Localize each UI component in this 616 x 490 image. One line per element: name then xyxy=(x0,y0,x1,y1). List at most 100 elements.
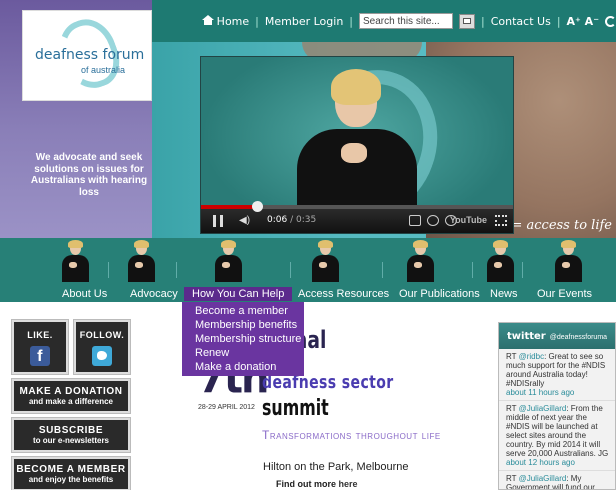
tweet-author[interactable]: @JuliaGillard xyxy=(519,474,567,483)
settings-gear-icon[interactable] xyxy=(427,215,439,226)
nav-separator xyxy=(382,262,383,278)
find-out-label: Find out more xyxy=(276,479,339,489)
menu-item-renew[interactable]: Renew xyxy=(182,346,304,360)
nav-item-news[interactable]: News xyxy=(482,287,526,301)
tweet-time[interactable]: about 12 hours ago xyxy=(506,458,575,467)
search-button[interactable] xyxy=(459,13,476,29)
find-out-more: Find out more here xyxy=(276,479,358,489)
nav-separator xyxy=(522,262,523,278)
video-progress-knob[interactable] xyxy=(252,201,264,212)
nav-signer-icon xyxy=(126,240,156,282)
subscribe-button[interactable]: SUBSCRIBE to our e-newsletters xyxy=(11,417,131,453)
find-out-here-link[interactable]: here xyxy=(339,479,358,489)
tweet: RT @JuliaGillard: From the middle of nex… xyxy=(499,401,615,471)
donation-button[interactable]: MAKE A DONATION and make a difference xyxy=(11,378,131,414)
facebook-icon: f xyxy=(30,346,50,366)
nav-item-how-you-can-help[interactable]: How You Can Help xyxy=(184,287,293,301)
refresh-icon[interactable] xyxy=(605,15,616,27)
nav-signer-icon xyxy=(405,240,435,282)
top-links: Home | Member Login | | Contact Us | A⁺ … xyxy=(201,13,616,29)
menu-item-membership-benefits[interactable]: Membership benefits xyxy=(182,318,304,332)
tweet-author[interactable]: @JuliaGillard xyxy=(519,404,567,413)
youtube-logo[interactable]: YouTube xyxy=(450,215,487,225)
like-label: LIKE. xyxy=(27,330,53,340)
menu-item-membership-structure[interactable]: Membership structure xyxy=(182,332,304,346)
nav-item-our-events[interactable]: Our Events xyxy=(529,287,600,301)
become-member-subtitle: and enjoy the benefits xyxy=(28,475,114,484)
nav-item-access-resources[interactable]: Access Resources xyxy=(290,287,397,301)
separator: | xyxy=(556,14,561,28)
twitter-widget: twitter @deafnessforuma RT @ridbc: Great … xyxy=(498,322,616,490)
twitter-follow-tile[interactable]: FOLLOW. xyxy=(73,319,131,375)
logo-name: deafness forum xyxy=(35,47,145,63)
subscribe-subtitle: to our e-newsletters xyxy=(32,436,109,445)
donation-subtitle: and make a difference xyxy=(28,397,114,406)
font-size-control[interactable]: A⁺ A⁻ xyxy=(567,15,599,28)
facebook-like-tile[interactable]: LIKE. f xyxy=(11,319,69,375)
volume-icon[interactable]: ◀︎) xyxy=(239,216,253,226)
signer-hand xyxy=(341,143,367,163)
separator: | xyxy=(481,14,485,28)
tweet: RT @JuliaGillard: My Government will fun… xyxy=(499,471,615,489)
left-brand-panel: deafness forum of australia We advocate … xyxy=(0,0,152,238)
home-link[interactable]: Home xyxy=(201,14,249,28)
member-login-link[interactable]: Member Login xyxy=(265,15,343,28)
become-member-title: BECOME A MEMBER xyxy=(16,464,126,475)
summit-venue: Hilton on the Park, Melbourne xyxy=(263,461,409,473)
become-member-button[interactable]: BECOME A MEMBER and enjoy the benefits xyxy=(11,456,131,490)
search-icon xyxy=(463,18,472,24)
tweet-author[interactable]: @ridbc xyxy=(519,352,544,361)
video-player[interactable]: ◀︎) 0:06 / 0:35 YouTube xyxy=(200,56,514,234)
summit-line-2: summit xyxy=(262,396,329,421)
main-nav: About Us Advocacy How You Can Help Acces… xyxy=(0,238,616,302)
video-time-current: 0:06 xyxy=(267,215,288,225)
top-bar: Home | Member Login | | Contact Us | A⁺ … xyxy=(152,0,616,42)
search-input[interactable] xyxy=(359,13,454,29)
video-progress-bar[interactable] xyxy=(201,201,513,212)
contact-link[interactable]: Contact Us xyxy=(491,15,551,28)
video-time-total: / 0:35 xyxy=(290,215,317,225)
captions-icon[interactable] xyxy=(409,215,421,226)
summit-line-3: Transformations throughout life xyxy=(262,428,441,442)
nav-signer-icon xyxy=(485,240,515,282)
tweet-text: : From the middle of next year the #NDIS… xyxy=(506,404,609,458)
nav-separator xyxy=(290,262,291,278)
nav-item-about-us[interactable]: About Us xyxy=(54,287,115,301)
nav-signer-icon xyxy=(310,240,340,282)
nav-item-advocacy[interactable]: Advocacy xyxy=(122,287,186,301)
fullscreen-icon[interactable] xyxy=(495,215,507,226)
menu-item-become-member[interactable]: Become a member xyxy=(182,304,304,318)
nav-separator xyxy=(108,262,109,278)
tagline: We advocate and seek solutions on issues… xyxy=(30,152,148,198)
logo-subname: of australia xyxy=(81,65,126,75)
nav-separator xyxy=(472,262,473,278)
home-label[interactable]: Home xyxy=(217,15,249,28)
donation-title: MAKE A DONATION xyxy=(19,386,123,397)
site-header: deafness forum of australia We advocate … xyxy=(0,0,616,238)
follow-label: FOLLOW. xyxy=(79,330,125,340)
pause-icon[interactable] xyxy=(213,215,223,227)
nav-separator xyxy=(176,262,177,278)
video-time: 0:06 / 0:35 xyxy=(267,215,316,225)
tweet-time[interactable]: about 11 hours ago xyxy=(506,388,574,397)
twitter-handle[interactable]: @deafnessforuma xyxy=(550,334,607,341)
hero-slogan: = access to life xyxy=(511,218,612,233)
twitter-logo[interactable]: twitter xyxy=(507,331,546,342)
nav-signer-icon xyxy=(553,240,583,282)
nav-signer-icon xyxy=(60,240,90,282)
how-you-can-help-menu: Become a member Membership benefits Memb… xyxy=(182,302,304,376)
home-icon xyxy=(201,14,214,25)
nav-signer-icon xyxy=(213,240,243,282)
menu-item-make-donation[interactable]: Make a donation xyxy=(182,360,304,374)
site-logo[interactable]: deafness forum of australia xyxy=(22,10,152,101)
separator: | xyxy=(255,14,259,28)
video-progress-fill xyxy=(201,205,258,209)
summit-dates: 28-29 APRIL 2012 xyxy=(198,404,255,411)
signer-hair xyxy=(331,69,381,105)
nav-item-our-publications[interactable]: Our Publications xyxy=(391,287,488,301)
separator: | xyxy=(349,14,354,28)
twitter-widget-header: twitter @deafnessforuma xyxy=(499,323,615,349)
twitter-bird-icon xyxy=(92,346,112,366)
video-controls: ◀︎) 0:06 / 0:35 YouTube xyxy=(201,201,513,233)
subscribe-title: SUBSCRIBE xyxy=(38,425,104,436)
